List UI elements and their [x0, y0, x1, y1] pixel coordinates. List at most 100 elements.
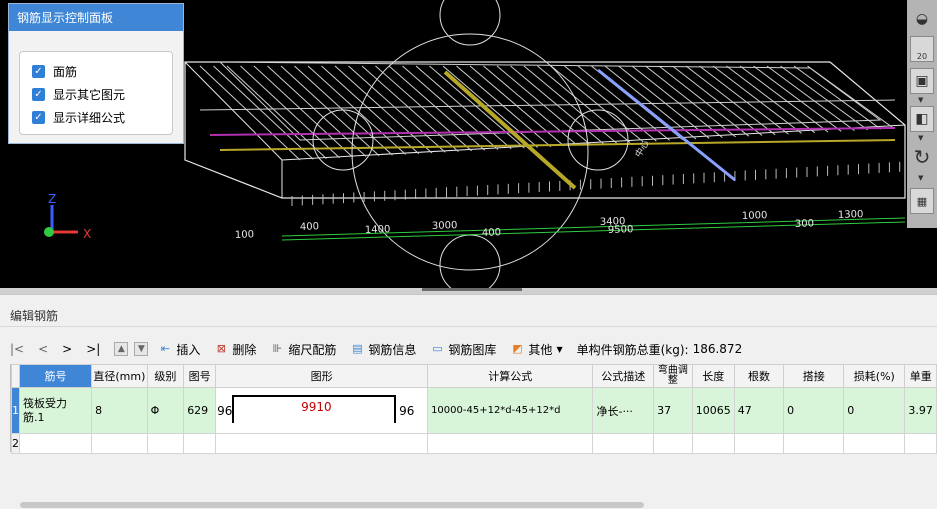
cell-diameter[interactable]: 8: [91, 387, 148, 434]
empty-cell[interactable]: [783, 433, 845, 454]
checkbox-icon[interactable]: ✓: [32, 87, 45, 101]
cell-formula-desc[interactable]: 净长-···: [592, 387, 655, 434]
row-number[interactable]: 1: [11, 387, 20, 434]
col-header[interactable]: 筋号: [18, 364, 93, 388]
divider: [0, 326, 937, 327]
orbit-icon[interactable]: ◒: [910, 6, 934, 32]
empty-cell[interactable]: [904, 433, 937, 454]
option-label: 显示其它图元: [53, 87, 126, 102]
checkbox-icon[interactable]: ✓: [32, 110, 45, 124]
cell-length[interactable]: 10065: [691, 387, 735, 434]
empty-cell[interactable]: [146, 433, 185, 454]
dimension-label: 400: [482, 227, 501, 239]
view-toolbar: ◒ 20 ▣ ▼ ◧ ▼ ↻ ▼ ▦: [907, 0, 937, 228]
other-menu-button[interactable]: ◩ 其他 ▼: [510, 341, 562, 358]
cell-loss[interactable]: 0: [843, 387, 906, 434]
col-header[interactable]: 图形: [215, 364, 429, 388]
cell-unit-weight[interactable]: 3.97: [904, 387, 937, 434]
col-header[interactable]: 公式描述: [592, 364, 655, 388]
zoom-value: 20: [916, 52, 928, 61]
col-header[interactable]: 长度: [691, 364, 735, 388]
rebar-line: [685, 65, 776, 136]
rebar-shape-drawing: 96 9910 96: [217, 389, 427, 433]
cell-formula[interactable]: 10000-45+12*d-45+12*d: [427, 387, 594, 434]
horizontal-scrollbar[interactable]: [20, 502, 644, 508]
option-top-rebar[interactable]: ✓ 面筋: [32, 63, 77, 79]
table-row[interactable]: 1 筏板受力筋.1 8 Φ 629 96 9910 96 10000-45+12…: [11, 387, 937, 434]
last-record-button[interactable]: >|: [86, 342, 100, 356]
next-record-button[interactable]: >: [62, 342, 72, 356]
delete-label: 删除: [232, 342, 257, 357]
shape-right-value[interactable]: 96: [399, 404, 414, 418]
empty-cell[interactable]: [18, 433, 93, 454]
shape-left-value[interactable]: 96: [217, 404, 232, 418]
scale-rebar-button[interactable]: ⊪ 缩尺配筋: [270, 341, 337, 358]
chevron-down-icon[interactable]: ▼: [918, 174, 923, 182]
splitter-grip[interactable]: [422, 288, 522, 291]
dimension-label: 1400: [365, 224, 391, 236]
delete-button[interactable]: ⊠ 删除: [214, 341, 257, 358]
rebar-info-button[interactable]: ▤ 钢筋信息: [350, 341, 416, 358]
cell-lap[interactable]: 0: [783, 387, 845, 434]
col-header[interactable]: 直径(mm): [91, 364, 148, 388]
move-down-icon[interactable]: ▼: [134, 342, 149, 356]
dimension-label: 9500: [608, 224, 634, 236]
rotate-icon[interactable]: ↻: [910, 144, 934, 170]
zoom-box-button[interactable]: 20: [910, 36, 934, 62]
rebar-line: [199, 65, 301, 161]
cell-grade[interactable]: Φ: [146, 387, 185, 434]
ruler-icon: ⊪: [272, 342, 283, 355]
col-header[interactable]: 损耗(%): [843, 364, 906, 388]
cube-view-icon[interactable]: ▣: [910, 68, 934, 94]
cell-count[interactable]: 47: [733, 387, 785, 434]
rebar-line: [415, 65, 512, 150]
rebar-line: [780, 65, 868, 131]
chevron-down-icon[interactable]: ▼: [918, 96, 923, 104]
col-header[interactable]: 图号: [183, 364, 217, 388]
option-show-other-elements[interactable]: ✓ 显示其它图元: [32, 86, 125, 102]
col-header[interactable]: 弯曲调整: [653, 364, 693, 388]
table-row[interactable]: 2: [11, 433, 937, 454]
editor-toolbar: |< < > >| ▲ ▼ ⇤ 插入 ⊠ 删除 ⊪ 缩尺配筋 ▤ 钢筋信息 ▭ 钢筋图库 …: [10, 339, 742, 359]
move-up-icon[interactable]: ▲: [114, 342, 129, 356]
insert-button[interactable]: ⇤ 插入: [158, 341, 201, 358]
rebar-line: [240, 65, 340, 159]
first-record-button[interactable]: |<: [10, 342, 24, 356]
other-icon: ◩: [512, 342, 523, 355]
empty-cell[interactable]: [91, 433, 148, 454]
col-header[interactable]: 计算公式: [427, 364, 594, 388]
chevron-down-icon: ▼: [556, 344, 563, 354]
col-header[interactable]: 根数: [733, 364, 785, 388]
empty-cell[interactable]: [215, 433, 429, 454]
checkbox-icon[interactable]: ✓: [32, 64, 45, 78]
option-show-detail-formula[interactable]: ✓ 显示详细公式: [32, 109, 125, 125]
box-view-icon[interactable]: ◧: [910, 106, 934, 132]
cell-name[interactable]: 筏板受力筋.1: [18, 387, 93, 434]
empty-cell[interactable]: [653, 433, 693, 454]
row-number[interactable]: 2: [11, 433, 20, 454]
cell-figure-no[interactable]: 629: [183, 387, 217, 434]
rebar-line: [253, 65, 354, 158]
empty-cell[interactable]: [733, 433, 785, 454]
col-header[interactable]: 单重: [904, 364, 937, 388]
shape-main-value[interactable]: 9910: [301, 400, 332, 414]
3d-viewport[interactable]: 中心 100 400 1400 3000 400 3400 9500 1000 1300 300 …: [0, 0, 937, 288]
empty-cell[interactable]: [592, 433, 655, 454]
chevron-down-icon[interactable]: ▼: [918, 134, 923, 142]
rebar-line: [726, 65, 816, 134]
other-label: 其他: [528, 342, 553, 357]
empty-cell[interactable]: [427, 433, 594, 454]
cell-bend-adjust[interactable]: 37: [653, 387, 693, 434]
col-header[interactable]: 级别: [146, 364, 185, 388]
prev-record-button[interactable]: <: [38, 342, 48, 356]
rebar-library-button[interactable]: ▭ 钢筋图库: [430, 341, 496, 358]
col-header[interactable]: 搭接: [783, 364, 845, 388]
rebar-line: [712, 65, 802, 134]
empty-cell[interactable]: [691, 433, 735, 454]
empty-cell[interactable]: [183, 433, 217, 454]
empty-cell[interactable]: [843, 433, 906, 454]
cell-shape[interactable]: 96 9910 96: [215, 387, 429, 434]
delete-icon: ⊠: [216, 342, 226, 355]
scale-label: 缩尺配筋: [288, 342, 337, 357]
grid-view-icon[interactable]: ▦: [910, 188, 934, 214]
